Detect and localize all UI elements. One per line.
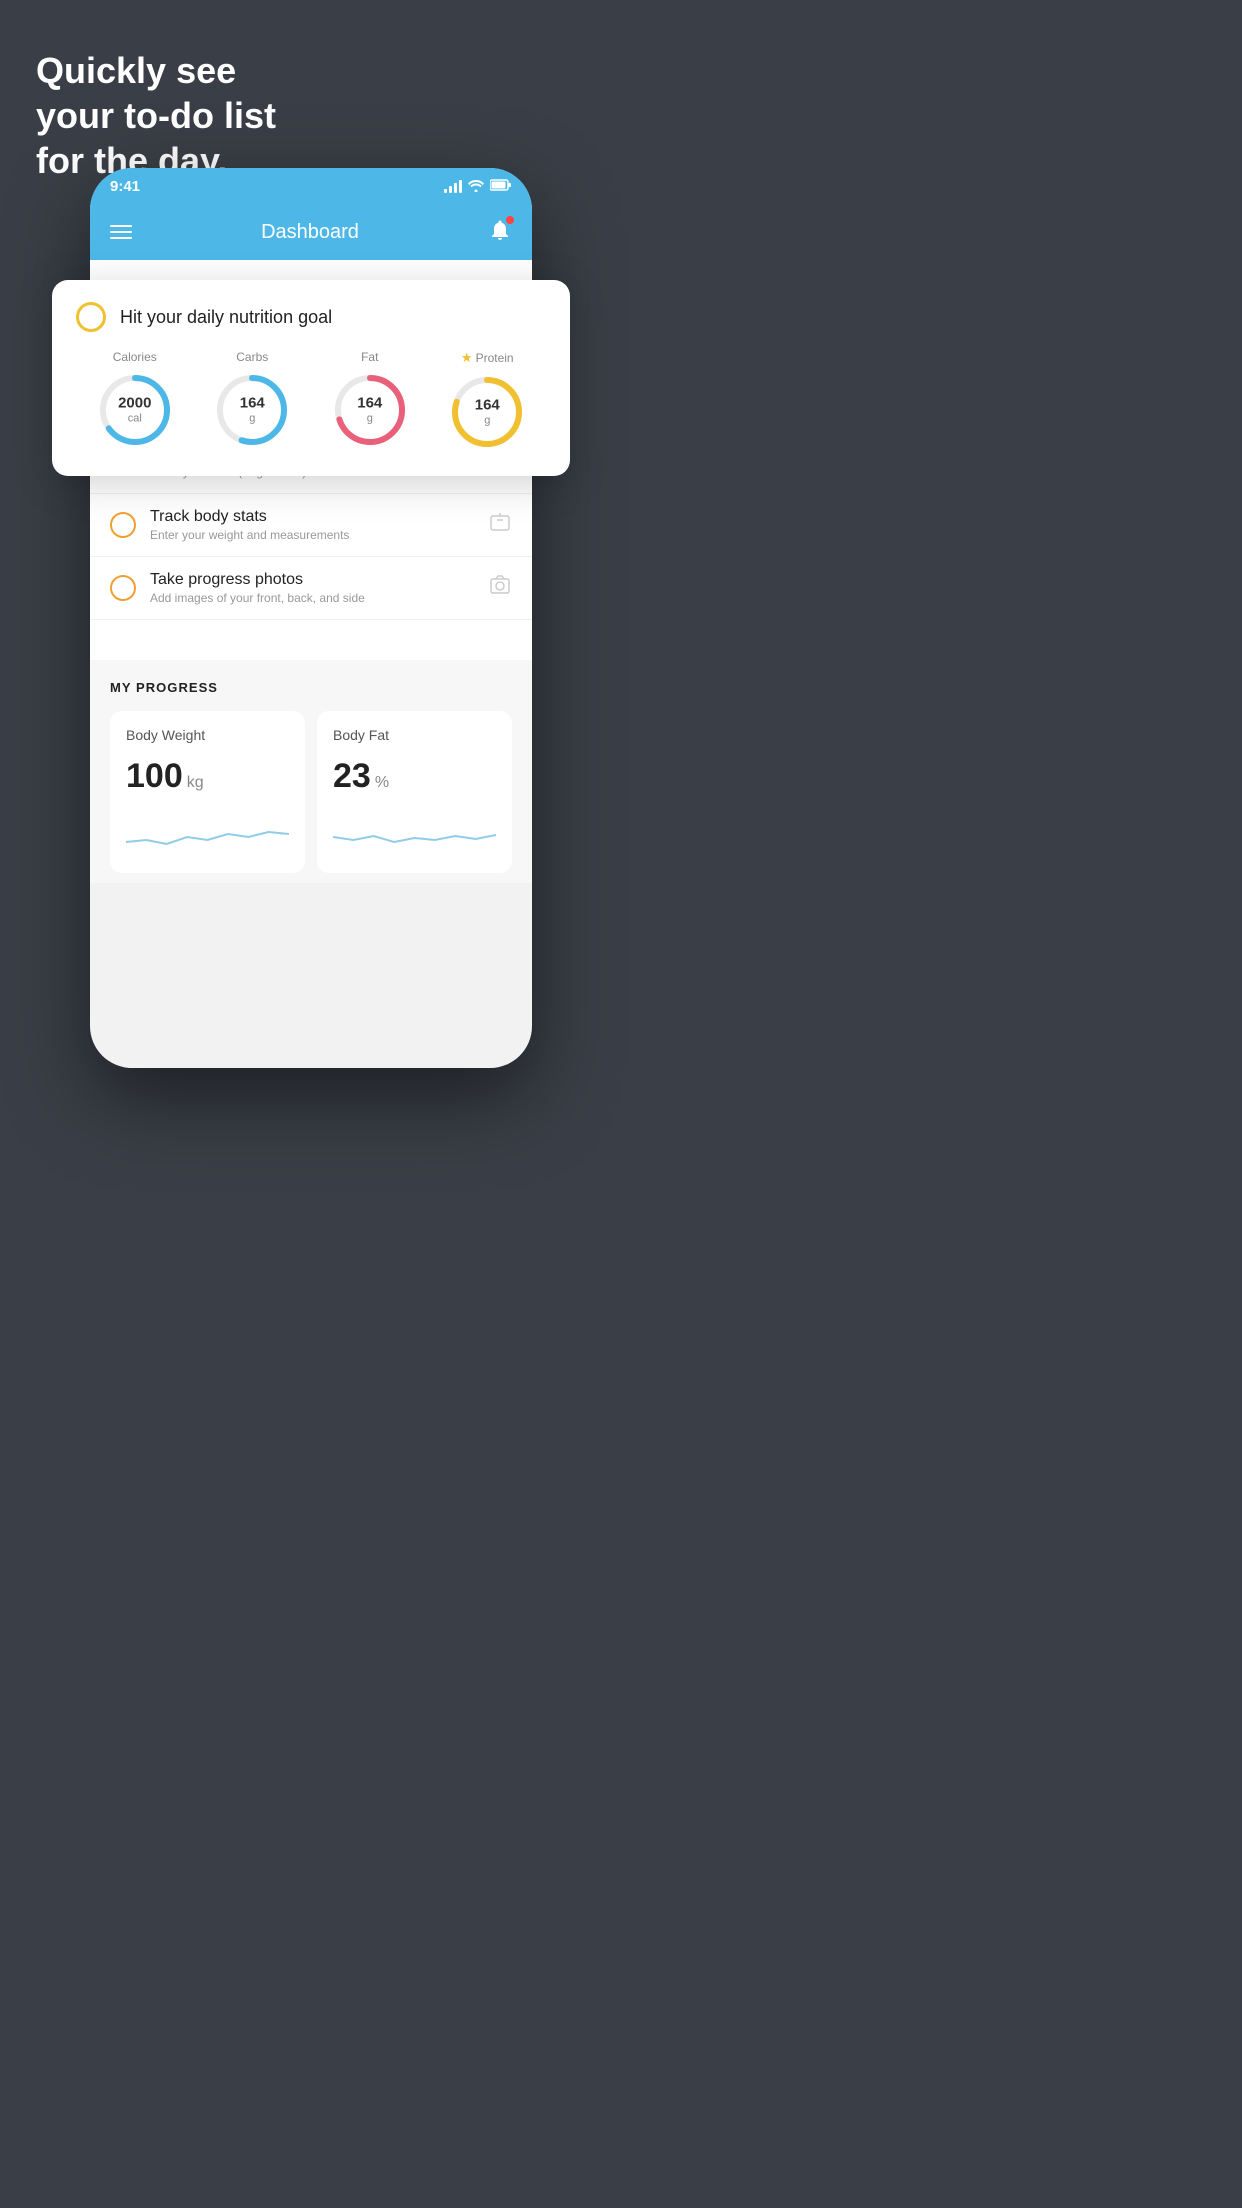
app-header: Dashboard — [90, 204, 532, 260]
todo-subtitle-body-stats: Enter your weight and measurements — [150, 528, 474, 542]
fat-value: 164 g — [357, 396, 382, 425]
progress-cards: Body Weight 100 kg Body Fat 23 % — [110, 711, 512, 873]
wifi-icon — [468, 178, 484, 195]
body-fat-title: Body Fat — [333, 727, 496, 743]
status-bar: 9:41 — [90, 168, 532, 204]
body-weight-card: Body Weight 100 kg — [110, 711, 305, 873]
background-headline: Quickly see your to-do list for the day. — [36, 48, 276, 183]
carbs-label: Carbs — [236, 350, 268, 364]
body-weight-unit: kg — [187, 774, 204, 792]
spacer — [90, 620, 532, 660]
todo-title-body-stats: Track body stats — [150, 508, 474, 526]
body-fat-number: 23 — [333, 757, 371, 796]
status-time: 9:41 — [110, 178, 140, 195]
body-fat-chart — [333, 812, 496, 852]
progress-section: MY PROGRESS Body Weight 100 kg Body Fat — [90, 660, 532, 883]
fat-ring-item: Fat 164 g — [330, 350, 410, 450]
status-icons — [444, 178, 512, 195]
protein-ring-item: ★ Protein 164 g — [447, 350, 527, 452]
nutrition-check-circle[interactable] — [76, 302, 106, 332]
body-weight-chart — [126, 812, 289, 852]
todo-subtitle-photos: Add images of your front, back, and side — [150, 591, 474, 605]
battery-icon — [490, 179, 512, 194]
photo-icon — [488, 573, 512, 603]
notification-dot — [506, 216, 514, 224]
nutrition-card-title-row: Hit your daily nutrition goal — [76, 302, 546, 332]
header-title: Dashboard — [261, 221, 359, 244]
notification-bell-icon[interactable] — [488, 218, 512, 247]
calories-ring: 2000 cal — [95, 370, 175, 450]
star-icon: ★ — [461, 350, 473, 366]
todo-check-body-stats[interactable] — [110, 512, 136, 538]
todo-text-photos: Take progress photos Add images of your … — [150, 571, 474, 605]
carbs-value: 164 g — [240, 396, 265, 425]
body-fat-unit: % — [375, 774, 389, 792]
carbs-ring: 164 g — [212, 370, 292, 450]
fat-ring: 164 g — [330, 370, 410, 450]
todo-item-body-stats[interactable]: Track body stats Enter your weight and m… — [90, 494, 532, 557]
todo-text-body-stats: Track body stats Enter your weight and m… — [150, 508, 474, 542]
carbs-ring-item: Carbs 164 g — [212, 350, 292, 450]
body-fat-card: Body Fat 23 % — [317, 711, 512, 873]
fat-label: Fat — [361, 350, 378, 364]
todo-check-photos[interactable] — [110, 575, 136, 601]
protein-value: 164 g — [475, 398, 500, 427]
calories-ring-item: Calories 2000 cal — [95, 350, 175, 450]
calories-value: 2000 cal — [118, 396, 151, 425]
scale-icon — [488, 510, 512, 540]
nutrition-card-title-text: Hit your daily nutrition goal — [120, 307, 332, 328]
body-fat-value: 23 % — [333, 757, 496, 796]
body-weight-title: Body Weight — [126, 727, 289, 743]
todo-title-photos: Take progress photos — [150, 571, 474, 589]
progress-header: MY PROGRESS — [110, 680, 512, 695]
calories-label: Calories — [113, 350, 157, 364]
body-weight-value: 100 kg — [126, 757, 289, 796]
nutrition-card: Hit your daily nutrition goal Calories 2… — [52, 280, 570, 476]
signal-icon — [444, 179, 462, 193]
protein-label: ★ Protein — [461, 350, 514, 366]
menu-icon[interactable] — [110, 225, 132, 239]
protein-ring: 164 g — [447, 372, 527, 452]
nutrition-rings: Calories 2000 cal Carbs — [76, 350, 546, 452]
body-weight-number: 100 — [126, 757, 183, 796]
todo-item-photos[interactable]: Take progress photos Add images of your … — [90, 557, 532, 620]
